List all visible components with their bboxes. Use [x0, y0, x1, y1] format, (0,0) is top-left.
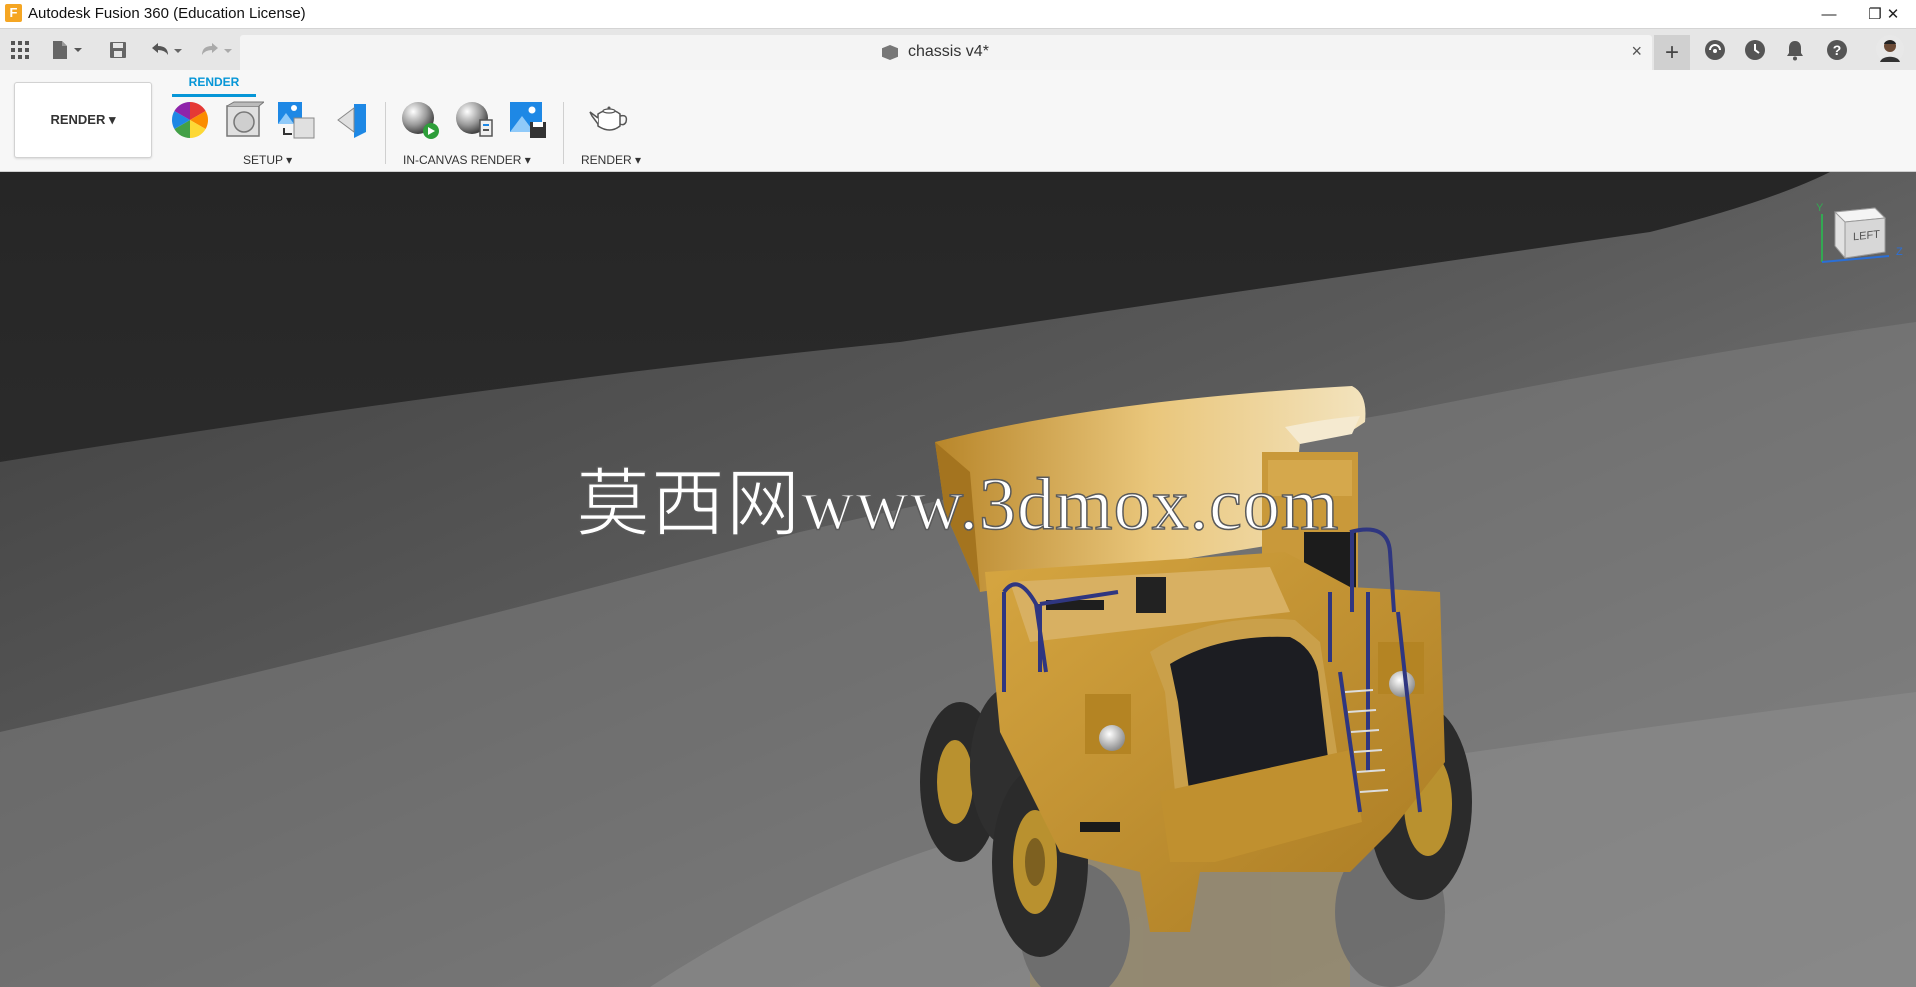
svg-text:?: ?: [1833, 42, 1842, 58]
scene-settings-tool-icon[interactable]: [224, 100, 266, 140]
render-group-label[interactable]: RENDER ▾: [581, 153, 641, 167]
component-icon: [882, 45, 898, 60]
watermark-text: 莫西网www.3dmox.com: [575, 463, 1340, 547]
active-tab-indicator: [172, 94, 256, 97]
redo-icon[interactable]: [196, 37, 236, 63]
minimize-button[interactable]: —: [1806, 0, 1852, 28]
texture-map-tool-icon[interactable]: [276, 100, 316, 140]
viewcube[interactable]: LEFT Y Z: [1805, 202, 1910, 292]
user-avatar[interactable]: [1876, 35, 1904, 63]
close-tab-button[interactable]: ×: [1631, 41, 1642, 62]
z-axis-label: Z: [1896, 246, 1903, 258]
document-tab[interactable]: chassis v4* ×: [240, 35, 1652, 71]
in-canvas-render-tool-icon[interactable]: [400, 100, 440, 140]
tab-render[interactable]: RENDER: [172, 75, 256, 89]
close-window-button[interactable]: ✕: [1870, 0, 1916, 28]
group-divider: [385, 102, 386, 164]
y-axis-label: Y: [1816, 202, 1824, 214]
help-icon[interactable]: ?: [1824, 37, 1850, 63]
decal-tool-icon[interactable]: [334, 100, 374, 140]
title-bar: F Autodesk Fusion 360 (Education License…: [0, 0, 1916, 28]
render-settings-tool-icon[interactable]: [454, 100, 494, 140]
history-icon[interactable]: [1742, 37, 1768, 63]
render-teapot-tool-icon[interactable]: [588, 100, 632, 140]
quick-access-toolbar: chassis v4* × + ?: [0, 28, 1916, 71]
capture-image-tool-icon[interactable]: [508, 100, 548, 140]
apps-grid-icon[interactable]: [8, 37, 32, 63]
scene-render: [0, 172, 1916, 987]
canvas-viewport[interactable]: LEFT Y Z 莫西网www.3dmox.com: [0, 172, 1916, 987]
document-tab-label: chassis v4*: [908, 43, 989, 60]
notifications-icon[interactable]: [1782, 37, 1808, 63]
job-status-icon[interactable]: [1702, 37, 1728, 63]
appearance-tool-icon[interactable]: [170, 100, 210, 140]
fusion-logo-icon: F: [5, 4, 22, 22]
toolbar-ribbon: RENDER ▾ RENDER SETUP ▾ IN-CANVAS RENDER…: [0, 70, 1916, 172]
in-canvas-render-group-label[interactable]: IN-CANVAS RENDER ▾: [403, 153, 531, 167]
undo-icon[interactable]: [146, 37, 186, 63]
file-icon[interactable]: [48, 37, 88, 63]
workspace-selector-button[interactable]: RENDER ▾: [14, 82, 152, 158]
window-title: Autodesk Fusion 360 (Education License): [28, 5, 306, 22]
group-divider: [563, 102, 564, 164]
save-icon[interactable]: [106, 37, 130, 63]
setup-group-label[interactable]: SETUP ▾: [243, 153, 292, 167]
new-tab-button[interactable]: +: [1654, 35, 1690, 71]
